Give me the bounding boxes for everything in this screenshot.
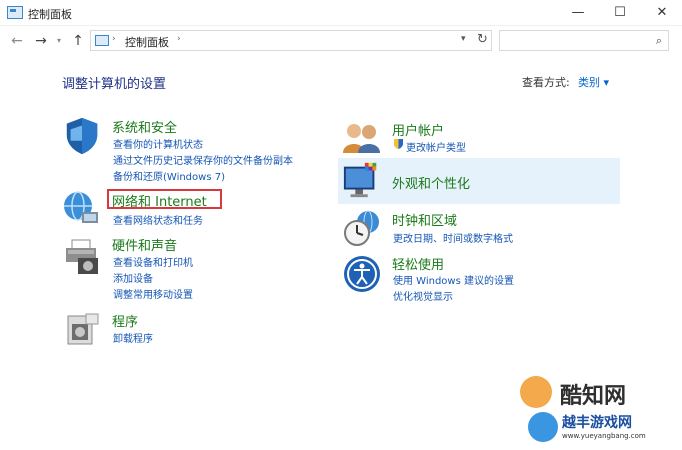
window-title: 控制面板 bbox=[28, 8, 72, 21]
address-bar[interactable]: › 控制面板 › ▾ ↻ bbox=[90, 30, 492, 51]
search-input[interactable]: ⌕ bbox=[499, 30, 669, 51]
category-user-accounts[interactable]: 用户帐户 bbox=[392, 120, 444, 139]
users-icon[interactable] bbox=[342, 118, 382, 158]
link-devices-printers[interactable]: 查看设备和打印机 bbox=[113, 254, 193, 269]
category-system-security[interactable]: 系统和安全 bbox=[112, 117, 177, 136]
link-view-network-status[interactable]: 查看网络状态和任务 bbox=[113, 212, 203, 227]
back-button[interactable]: ← bbox=[8, 32, 26, 50]
selection-annotation-box bbox=[107, 189, 222, 209]
watermark-yuefeng: 越丰游戏网 www.yueyangbang.com bbox=[528, 410, 682, 450]
watermark-logo-icon bbox=[520, 376, 552, 408]
refresh-button[interactable]: ↻ bbox=[477, 32, 488, 47]
navigation-bar: ← → ▾ ↑ › 控制面板 › ▾ ↻ ⌕ bbox=[0, 26, 682, 56]
close-button[interactable]: ✕ bbox=[645, 0, 679, 26]
shield-icon[interactable] bbox=[62, 116, 102, 156]
link-change-account-type[interactable]: 更改帐户类型 bbox=[406, 139, 466, 154]
category-ease-of-access[interactable]: 轻松使用 bbox=[392, 254, 444, 273]
clock-globe-icon[interactable] bbox=[342, 208, 382, 248]
title-bar: 控制面板 — ☐ ✕ bbox=[0, 0, 682, 26]
category-programs[interactable]: 程序 bbox=[112, 311, 138, 330]
link-view-computer-status[interactable]: 查看你的计算机状态 bbox=[113, 136, 203, 151]
minimize-button[interactable]: — bbox=[561, 0, 595, 26]
view-by-dropdown[interactable]: 类别 ▾ bbox=[578, 74, 609, 90]
link-backup-restore[interactable]: 备份和还原(Windows 7) bbox=[113, 168, 225, 183]
recent-locations-button[interactable]: ▾ bbox=[54, 32, 64, 50]
uac-shield-icon bbox=[394, 139, 403, 149]
link-change-date-time-format[interactable]: 更改日期、时间或数字格式 bbox=[393, 230, 513, 245]
page-title: 调整计算机的设置 bbox=[62, 77, 167, 92]
category-appearance-personalization[interactable]: 外观和个性化 bbox=[392, 173, 470, 192]
control-panel-icon bbox=[7, 6, 23, 19]
link-add-device[interactable]: 添加设备 bbox=[113, 270, 153, 285]
control-panel-icon bbox=[95, 35, 109, 46]
breadcrumb-separator[interactable]: › bbox=[112, 34, 116, 44]
search-icon[interactable]: ⌕ bbox=[656, 34, 662, 48]
view-by-label: 查看方式: bbox=[522, 76, 570, 89]
category-hardware-sound[interactable]: 硬件和声音 bbox=[112, 235, 177, 254]
breadcrumb-separator[interactable]: › bbox=[177, 34, 181, 44]
ease-of-access-icon[interactable] bbox=[342, 254, 382, 294]
forward-button[interactable]: → bbox=[32, 32, 50, 50]
network-globe-icon[interactable] bbox=[62, 188, 102, 228]
category-clock-region[interactable]: 时钟和区域 bbox=[392, 210, 457, 229]
link-windows-suggested-settings[interactable]: 使用 Windows 建议的设置 bbox=[393, 272, 514, 287]
link-mobility-settings[interactable]: 调整常用移动设置 bbox=[113, 286, 193, 301]
up-button[interactable]: ↑ bbox=[69, 32, 87, 50]
watermark-wifi-logo-icon bbox=[528, 412, 558, 442]
link-optimize-visual-display[interactable]: 优化视觉显示 bbox=[393, 288, 453, 303]
programs-icon[interactable] bbox=[62, 310, 102, 350]
breadcrumb-control-panel[interactable]: 控制面板 bbox=[125, 34, 169, 50]
printer-icon[interactable] bbox=[62, 236, 102, 276]
link-file-history-backup[interactable]: 通过文件历史记录保存你的文件备份副本 bbox=[113, 152, 293, 167]
maximize-button[interactable]: ☐ bbox=[603, 0, 637, 26]
watermark-brand-1: 酷知网 bbox=[560, 384, 627, 409]
monitor-palette-icon[interactable] bbox=[342, 160, 382, 200]
address-dropdown-button[interactable]: ▾ bbox=[461, 34, 466, 44]
watermark-brand-2: 越丰游戏网 bbox=[562, 415, 632, 431]
watermark-kuzhi: 酷知网 bbox=[520, 376, 640, 410]
link-uninstall-program[interactable]: 卸载程序 bbox=[113, 330, 153, 345]
watermark-url: www.yueyangbang.com bbox=[562, 432, 646, 440]
